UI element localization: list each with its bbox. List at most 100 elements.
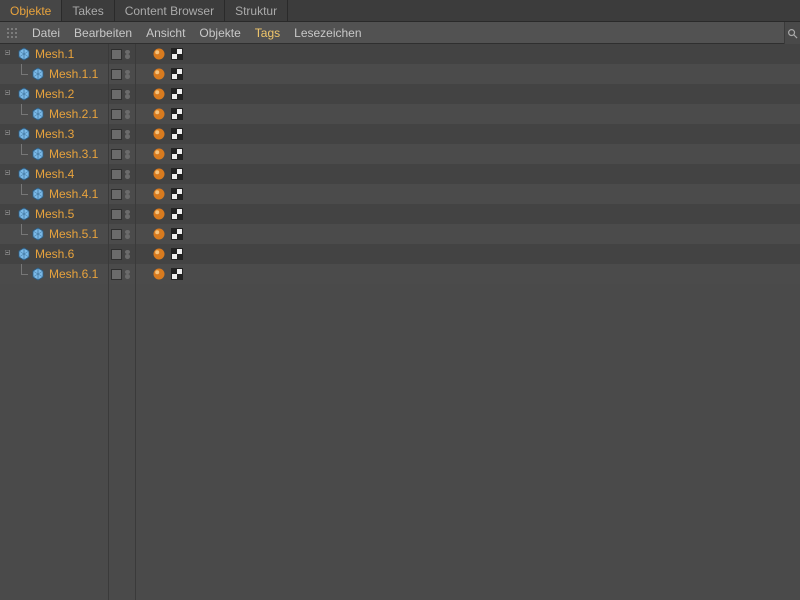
uvw-tag-icon[interactable] — [170, 107, 184, 121]
object-name[interactable]: Mesh.6 — [35, 247, 74, 261]
object-row[interactable]: Mesh.5 — [0, 204, 800, 224]
visibility-toggles[interactable] — [108, 164, 136, 184]
visibility-dots-icon[interactable] — [125, 209, 133, 220]
object-name[interactable]: Mesh.2 — [35, 87, 74, 101]
layer-color-icon[interactable] — [111, 89, 122, 100]
object-name[interactable]: Mesh.5.1 — [49, 227, 98, 241]
object-name[interactable]: Mesh.5 — [35, 207, 74, 221]
visibility-toggles[interactable] — [108, 84, 136, 104]
object-name[interactable]: Mesh.3 — [35, 127, 74, 141]
phong-tag-icon[interactable] — [152, 67, 166, 81]
layer-color-icon[interactable] — [111, 249, 122, 260]
layer-color-icon[interactable] — [111, 209, 122, 220]
object-row[interactable]: Mesh.6.1 — [0, 264, 800, 284]
visibility-toggles[interactable] — [108, 264, 136, 284]
uvw-tag-icon[interactable] — [170, 167, 184, 181]
visibility-toggles[interactable] — [108, 44, 136, 64]
visibility-dots-icon[interactable] — [125, 129, 133, 140]
uvw-tag-icon[interactable] — [170, 147, 184, 161]
menu-tags[interactable]: Tags — [255, 26, 280, 40]
visibility-toggles[interactable] — [108, 104, 136, 124]
object-name[interactable]: Mesh.2.1 — [49, 107, 98, 121]
tab-objects[interactable]: Objekte — [0, 0, 62, 21]
visibility-dots-icon[interactable] — [125, 269, 133, 280]
visibility-dots-icon[interactable] — [125, 109, 133, 120]
menu-edit[interactable]: Bearbeiten — [74, 26, 132, 40]
collapse-icon[interactable] — [4, 49, 14, 59]
uvw-tag-icon[interactable] — [170, 127, 184, 141]
layer-color-icon[interactable] — [111, 169, 122, 180]
layer-color-icon[interactable] — [111, 129, 122, 140]
phong-tag-icon[interactable] — [152, 127, 166, 141]
collapse-icon[interactable] — [4, 89, 14, 99]
visibility-toggles[interactable] — [108, 224, 136, 244]
object-name[interactable]: Mesh.1 — [35, 47, 74, 61]
visibility-toggles[interactable] — [108, 204, 136, 224]
phong-tag-icon[interactable] — [152, 247, 166, 261]
uvw-tag-icon[interactable] — [170, 67, 184, 81]
object-row[interactable]: Mesh.2.1 — [0, 104, 800, 124]
object-name[interactable]: Mesh.4 — [35, 167, 74, 181]
phong-tag-icon[interactable] — [152, 207, 166, 221]
uvw-tag-icon[interactable] — [170, 247, 184, 261]
phong-tag-icon[interactable] — [152, 87, 166, 101]
uvw-tag-icon[interactable] — [170, 187, 184, 201]
visibility-dots-icon[interactable] — [125, 189, 133, 200]
uvw-tag-icon[interactable] — [170, 207, 184, 221]
object-name[interactable]: Mesh.4.1 — [49, 187, 98, 201]
object-row[interactable]: Mesh.6 — [0, 244, 800, 264]
visibility-dots-icon[interactable] — [125, 89, 133, 100]
collapse-icon[interactable] — [4, 209, 14, 219]
collapse-icon[interactable] — [4, 129, 14, 139]
object-name[interactable]: Mesh.3.1 — [49, 147, 98, 161]
visibility-toggles[interactable] — [108, 124, 136, 144]
object-name[interactable]: Mesh.6.1 — [49, 267, 98, 281]
tab-takes[interactable]: Takes — [62, 0, 114, 21]
search-icon[interactable] — [784, 22, 800, 44]
object-row[interactable]: Mesh.5.1 — [0, 224, 800, 244]
visibility-toggles[interactable] — [108, 144, 136, 164]
tab-content-browser[interactable]: Content Browser — [115, 0, 225, 21]
object-row[interactable]: Mesh.2 — [0, 84, 800, 104]
object-row[interactable]: Mesh.3.1 — [0, 144, 800, 164]
layer-color-icon[interactable] — [111, 109, 122, 120]
object-row[interactable]: Mesh.3 — [0, 124, 800, 144]
object-name[interactable]: Mesh.1.1 — [49, 67, 98, 81]
menu-file[interactable]: Datei — [32, 26, 60, 40]
panel-grip-icon[interactable] — [6, 27, 18, 39]
visibility-dots-icon[interactable] — [125, 49, 133, 60]
uvw-tag-icon[interactable] — [170, 47, 184, 61]
visibility-toggles[interactable] — [108, 64, 136, 84]
layer-color-icon[interactable] — [111, 149, 122, 160]
phong-tag-icon[interactable] — [152, 267, 166, 281]
visibility-dots-icon[interactable] — [125, 69, 133, 80]
phong-tag-icon[interactable] — [152, 47, 166, 61]
layer-color-icon[interactable] — [111, 269, 122, 280]
visibility-dots-icon[interactable] — [125, 169, 133, 180]
object-row[interactable]: Mesh.1.1 — [0, 64, 800, 84]
visibility-dots-icon[interactable] — [125, 229, 133, 240]
phong-tag-icon[interactable] — [152, 167, 166, 181]
collapse-icon[interactable] — [4, 249, 14, 259]
uvw-tag-icon[interactable] — [170, 87, 184, 101]
visibility-dots-icon[interactable] — [125, 149, 133, 160]
layer-color-icon[interactable] — [111, 49, 122, 60]
menu-view[interactable]: Ansicht — [146, 26, 185, 40]
layer-color-icon[interactable] — [111, 189, 122, 200]
uvw-tag-icon[interactable] — [170, 227, 184, 241]
phong-tag-icon[interactable] — [152, 227, 166, 241]
uvw-tag-icon[interactable] — [170, 267, 184, 281]
object-row[interactable]: Mesh.1 — [0, 44, 800, 64]
tab-structure[interactable]: Struktur — [225, 0, 288, 21]
menu-bookmarks[interactable]: Lesezeichen — [294, 26, 361, 40]
phong-tag-icon[interactable] — [152, 107, 166, 121]
object-row[interactable]: Mesh.4 — [0, 164, 800, 184]
visibility-dots-icon[interactable] — [125, 249, 133, 260]
menu-objects[interactable]: Objekte — [199, 26, 240, 40]
layer-color-icon[interactable] — [111, 229, 122, 240]
object-row[interactable]: Mesh.4.1 — [0, 184, 800, 204]
visibility-toggles[interactable] — [108, 184, 136, 204]
layer-color-icon[interactable] — [111, 69, 122, 80]
collapse-icon[interactable] — [4, 169, 14, 179]
phong-tag-icon[interactable] — [152, 187, 166, 201]
